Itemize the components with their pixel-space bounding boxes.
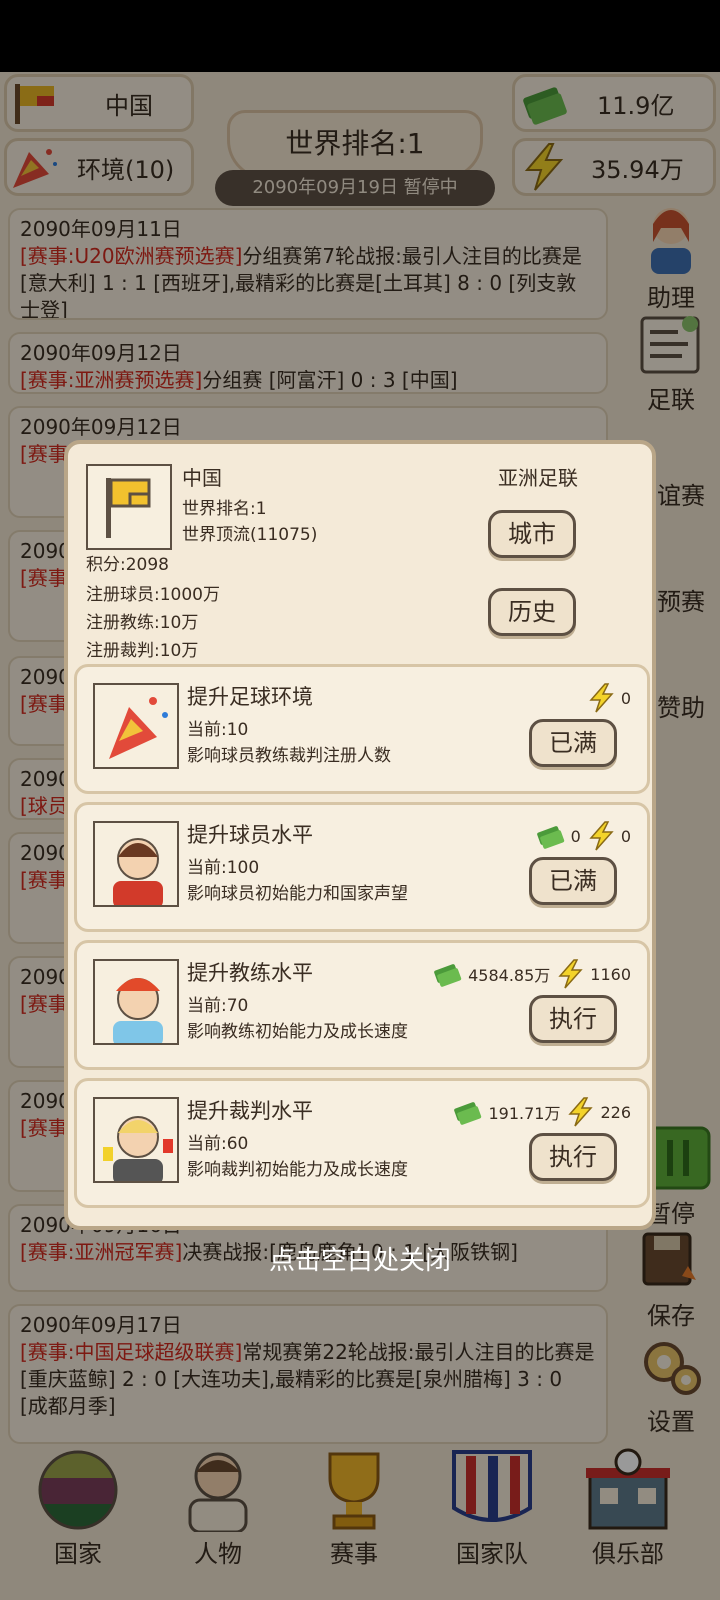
lightning-icon: [589, 821, 614, 851]
upgrade-full-button[interactable]: 已满: [529, 719, 617, 767]
upgrade-execute-button[interactable]: 执行: [529, 1133, 617, 1181]
upgrade-cost: 0: [587, 683, 631, 713]
upgrade-title: 提升足球环境: [187, 685, 313, 709]
upgrade-execute-button[interactable]: 执行: [529, 995, 617, 1043]
money-cost: 0: [570, 826, 581, 846]
referee-icon: [93, 1097, 179, 1183]
registered-coaches: 注册教练:10万: [86, 613, 199, 633]
country-summary: 中国 世界排名:1 世界顶流(11075) 积分:2098 注册球员:1000万…: [78, 454, 650, 664]
upgrade-current: 当前:70: [187, 996, 249, 1016]
city-button[interactable]: 城市: [488, 510, 576, 558]
money-cost: 191.71万: [488, 1104, 561, 1123]
world-rank: 世界排名:1: [182, 499, 267, 519]
world-level: 世界顶流(11075): [182, 525, 318, 545]
country-detail-panel: 中国 世界排名:1 世界顶流(11075) 积分:2098 注册球员:1000万…: [64, 440, 656, 1230]
upgrade-current: 当前:10: [187, 720, 249, 740]
registered-referees: 注册裁判:10万: [86, 641, 199, 661]
money-icon: [454, 1102, 482, 1125]
upgrade-cost: 191.71万 226: [452, 1097, 631, 1127]
money-icon: [536, 826, 564, 849]
points: 积分:2098: [86, 555, 169, 575]
upgrade-title: 提升球员水平: [187, 823, 313, 847]
status-bar: [0, 0, 720, 72]
upgrade-current: 当前:100: [187, 858, 260, 878]
upgrade-description: 影响球员初始能力和国家声望: [187, 884, 408, 904]
energy-cost: 0: [620, 688, 631, 708]
upgrade-cost: 0 0: [535, 821, 631, 851]
upgrade-card: 提升裁判水平 当前:60 影响裁判初始能力及成长速度 191.71万 226 执…: [74, 1078, 650, 1208]
lightning-icon: [568, 1097, 594, 1127]
history-button[interactable]: 历史: [488, 588, 576, 636]
country-flag: [86, 464, 172, 550]
coach-icon: [93, 959, 179, 1045]
player-icon: [93, 821, 179, 907]
upgrade-cost: 4584.85万 1160: [432, 959, 631, 989]
country-name: 中国: [182, 466, 222, 490]
upgrade-card: 提升足球环境 当前:10 影响球员教练裁判注册人数 0 已满: [74, 664, 650, 794]
upgrade-list: 提升足球环境 当前:10 影响球员教练裁判注册人数 0 已满 提升球员水平 当前…: [74, 664, 650, 1216]
lightning-icon: [589, 683, 614, 713]
confederation: 亚洲足联: [498, 466, 578, 490]
energy-cost: 226: [600, 1102, 631, 1122]
upgrade-title: 提升教练水平: [187, 961, 313, 985]
upgrade-card: 提升球员水平 当前:100 影响球员初始能力和国家声望 0 0 已满: [74, 802, 650, 932]
upgrade-description: 影响裁判初始能力及成长速度: [187, 1160, 408, 1180]
upgrade-card: 提升教练水平 当前:70 影响教练初始能力及成长速度 4584.85万 1160…: [74, 940, 650, 1070]
registered-players: 注册球员:1000万: [86, 585, 220, 605]
upgrade-description: 影响球员教练裁判注册人数: [187, 746, 391, 766]
money-icon: [434, 964, 462, 987]
upgrade-title: 提升裁判水平: [187, 1099, 313, 1123]
energy-cost: 0: [620, 826, 631, 846]
upgrade-current: 当前:60: [187, 1134, 249, 1154]
money-cost: 4584.85万: [468, 966, 551, 985]
close-hint[interactable]: 点击空白处关闭: [0, 1240, 720, 1277]
energy-cost: 1160: [590, 964, 631, 984]
upgrade-full-button[interactable]: 已满: [529, 857, 617, 905]
flag-icon: [106, 478, 151, 538]
lightning-icon: [558, 959, 583, 989]
party-popper-icon: [93, 683, 179, 769]
upgrade-description: 影响教练初始能力及成长速度: [187, 1022, 408, 1042]
